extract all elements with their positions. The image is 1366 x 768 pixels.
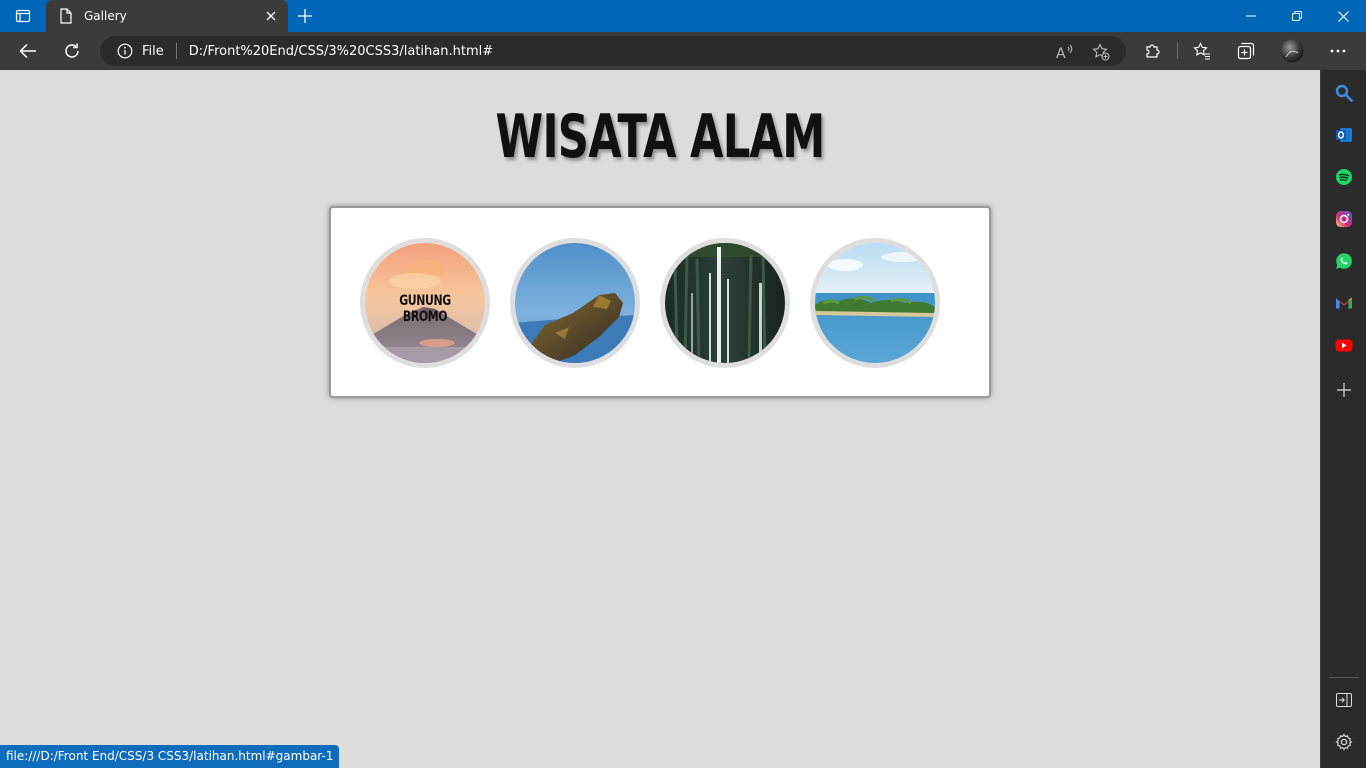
url-text[interactable]: D:/Front%20End/CSS/3%20CSS3/latihan.html… [189, 44, 493, 59]
browser-toolbar: File D:/Front%20End/CSS/3%20CSS3/latihan… [0, 32, 1366, 70]
whatsapp-icon[interactable] [1333, 250, 1355, 272]
restore-button[interactable] [1274, 0, 1320, 32]
extensions-button[interactable] [1137, 35, 1169, 67]
page-icon [58, 8, 74, 24]
refresh-button[interactable] [56, 35, 88, 67]
arrow-left-icon [19, 43, 36, 59]
edge-sidebar [1320, 70, 1366, 768]
rock-coast-image [515, 243, 635, 363]
collections-button[interactable] [1230, 35, 1262, 67]
add-favorite-icon[interactable] [1092, 43, 1110, 61]
gallery-thumb-rock[interactable] [510, 238, 640, 368]
plus-icon [298, 9, 312, 23]
close-tab-button[interactable] [262, 7, 280, 25]
avatar [1280, 39, 1304, 63]
collections-icon [1237, 42, 1255, 60]
close-icon [266, 11, 276, 21]
gmail-icon[interactable] [1333, 292, 1355, 314]
puzzle-icon [1146, 44, 1160, 58]
close-window-button[interactable] [1320, 0, 1366, 32]
site-scheme-label[interactable]: File [142, 44, 164, 59]
thumb-caption: GUNUNG BROMO [399, 293, 451, 325]
close-icon [1337, 10, 1349, 22]
settings-icon[interactable] [1333, 731, 1355, 753]
add-icon[interactable] [1333, 379, 1355, 401]
address-bar[interactable]: File D:/Front%20End/CSS/3%20CSS3/latihan… [100, 36, 1126, 66]
minimize-icon [1246, 15, 1256, 17]
island-sea-image [815, 243, 935, 363]
gallery-container: GUNUNG BROMO [329, 206, 991, 398]
waterfall-image [665, 243, 785, 363]
info-icon[interactable] [117, 43, 133, 59]
spotify-icon[interactable] [1333, 166, 1355, 188]
more-options-button[interactable] [1322, 35, 1354, 67]
restore-icon [1292, 11, 1302, 21]
sidebar-divider [1329, 677, 1359, 678]
title-bar: Gallery [0, 0, 1366, 32]
page-content: WISATA ALAM GUNUNG BROMO [0, 70, 1320, 768]
favorites-star-icon [1193, 42, 1210, 60]
gallery-thumb-island[interactable] [810, 238, 940, 368]
new-tab-button[interactable] [292, 4, 318, 28]
profile-button[interactable] [1276, 35, 1308, 67]
tab-actions-icon [15, 9, 31, 23]
status-link-preview: file:///D:/Front End/CSS/3 CSS3/latihan.… [0, 745, 340, 768]
toolbar-divider [1177, 43, 1178, 59]
back-button[interactable] [12, 35, 44, 67]
address-divider [175, 43, 177, 59]
tab-title: Gallery [84, 9, 127, 23]
more-icon [1330, 49, 1346, 53]
outlook-icon[interactable] [1333, 124, 1355, 146]
tab-gallery[interactable]: Gallery [46, 0, 288, 32]
youtube-icon[interactable] [1333, 334, 1355, 356]
svg-text:A: A [1056, 46, 1066, 60]
hide-sidebar-icon[interactable] [1333, 689, 1355, 711]
instagram-icon[interactable] [1333, 208, 1355, 230]
page-title: WISATA ALAM [495, 102, 826, 172]
read-aloud-icon[interactable]: A [1056, 43, 1074, 61]
gallery-thumb-waterfall[interactable] [660, 238, 790, 368]
minimize-button[interactable] [1228, 0, 1274, 32]
favorites-button[interactable] [1186, 35, 1218, 67]
tab-actions-button[interactable] [0, 0, 46, 32]
refresh-icon [65, 43, 79, 58]
gallery-thumb-bromo[interactable]: GUNUNG BROMO [360, 238, 490, 368]
search-icon[interactable] [1333, 82, 1355, 104]
